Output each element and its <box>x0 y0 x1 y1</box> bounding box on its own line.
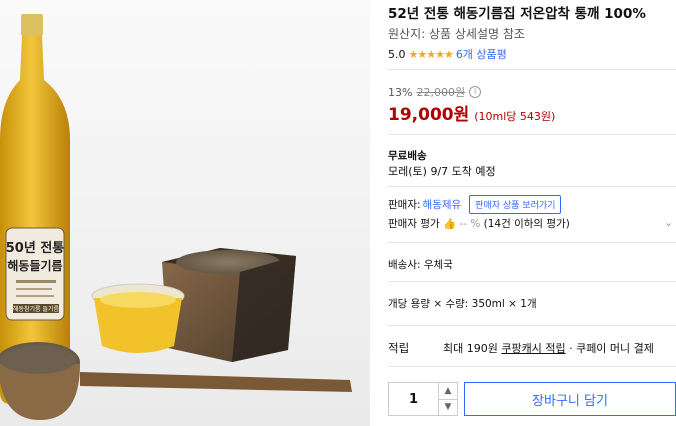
info-icon[interactable]: i <box>469 86 482 98</box>
review-count-link[interactable]: 6개 상품평 <box>456 46 507 62</box>
product-origin: 원산지: 상품 상세설명 참조 <box>388 27 525 41</box>
current-price: 19,000원 <box>388 105 470 125</box>
divider <box>388 366 676 367</box>
rating-row[interactable]: 5.0 ★★★★★ 6개 상품평 <box>388 46 507 62</box>
quantity-input[interactable]: 1 <box>389 383 439 415</box>
divider <box>388 134 676 135</box>
decrease-icon[interactable]: ▼ <box>439 400 457 416</box>
divider <box>388 281 676 282</box>
price-row: 19,000원 (10ml당 543원) <box>388 100 555 125</box>
seller-rating-label: 판매자 평가 <box>388 218 440 230</box>
seller-label: 판매자: <box>388 199 421 211</box>
chevron-down-icon[interactable]: ⌄ <box>664 216 673 229</box>
oil-glass <box>91 283 185 353</box>
bottle-label-line2: 해동들기름 <box>7 258 62 273</box>
star-icons: ★★★★★ <box>408 47 454 61</box>
seller-name-link[interactable]: 해동제유 <box>423 197 462 212</box>
unit-price: (10ml당 543원) <box>474 110 556 123</box>
product-photo[interactable]: 50년 전통 해동들기름 해동참기름 들기름 <box>0 0 370 426</box>
reward-text: 최대 190원 쿠팡캐시 적립 · 쿠페이 머니 결제 <box>443 340 654 356</box>
bottle-brand: 해동참기름 들기름 <box>13 305 60 313</box>
shipping-date: 모레(토) 9/7 도착 예정 <box>388 165 496 178</box>
discount-percent: 13% <box>388 85 413 99</box>
quantity-stepper[interactable]: 1 ▲ ▼ <box>388 382 458 416</box>
seller-rating-row[interactable]: 판매자 평가 👍 -- % (14건 이하의 평가) <box>388 216 570 231</box>
seller-rating-note: (14건 이하의 평가) <box>483 218 570 230</box>
increase-icon[interactable]: ▲ <box>439 383 457 400</box>
product-info: 52년 전통 해동기름집 저온압착 통깨 100% 원산지: 상품 상세설명 참… <box>388 0 676 426</box>
divider <box>388 69 676 70</box>
wooden-seed-box <box>162 248 296 362</box>
original-price: 22,000원 <box>416 86 466 99</box>
product-image: 50년 전통 해동들기름 해동참기름 들기름 <box>0 0 370 426</box>
shipping-title: 무료배송 <box>388 150 427 162</box>
discount-row: 13% 22,000원 i <box>388 84 482 100</box>
delivery-company: 배송사: 우체국 <box>388 259 453 271</box>
coupang-cash-link[interactable]: 쿠팡캐시 적립 <box>501 342 565 355</box>
seller-rating-value: -- % <box>459 218 481 230</box>
reward-label: 적립 <box>388 341 410 355</box>
divider <box>388 242 676 243</box>
bottle-label-line1: 50년 전통 <box>6 240 65 256</box>
divider <box>388 325 676 326</box>
quantity-capacity: 개당 용량 × 수량: 350ml × 1개 <box>388 298 537 310</box>
seller-row: 판매자: 해동제유 판매자 상품 보러가기 <box>388 195 562 214</box>
seller-products-tooltip[interactable]: 판매자 상품 보러가기 <box>469 195 562 214</box>
reward-suffix: · 쿠페이 머니 결제 <box>565 342 654 355</box>
divider <box>388 186 676 187</box>
product-title: 52년 전통 해동기름집 저온압착 통깨 100% <box>388 6 646 22</box>
reward-amount: 최대 190원 <box>443 342 498 355</box>
add-to-cart-button[interactable]: 장바구니 담기 <box>464 382 676 416</box>
thumb-icon: 👍 <box>442 218 457 230</box>
rating-value: 5.0 <box>388 47 406 61</box>
